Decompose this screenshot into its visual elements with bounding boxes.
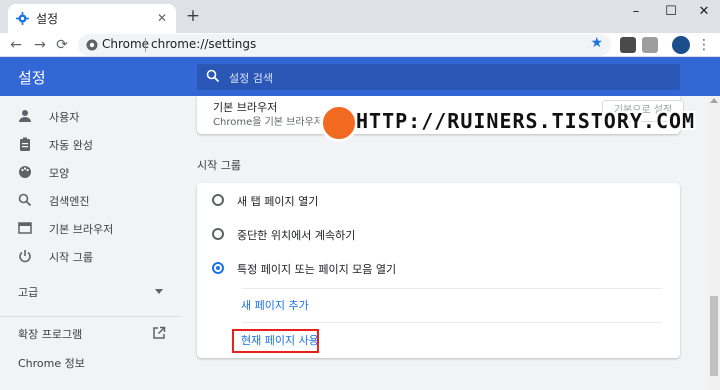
settings-main: 기본 브라우저 Chrome을 기본 브라우저로 기본으로 설정 시작 그룹 새… (180, 96, 708, 390)
tab-settings[interactable]: 설정 ✕ (8, 4, 176, 33)
url-text[interactable]: chrome://settings (151, 37, 256, 51)
bookmark-star-icon[interactable]: ★ (590, 35, 603, 51)
add-new-page-link[interactable]: 새 페이지 추가 (241, 297, 309, 313)
sidebar-item-on-startup[interactable]: 시작 그룹 (0, 242, 180, 270)
window-close-button[interactable]: ✕ (688, 0, 720, 24)
sidebar-item-label: 시작 그룹 (49, 251, 93, 264)
search-input[interactable]: 설정 검색 (197, 64, 680, 90)
maximize-button[interactable]: ☐ (655, 0, 687, 24)
section-title-startup: 시작 그룹 (197, 159, 241, 172)
sidebar-item-people[interactable]: 사용자 (0, 102, 180, 130)
sidebar-extensions[interactable]: 확장 프로그램 (18, 326, 82, 342)
radio-label: 중단한 위치에서 계속하기 (237, 229, 356, 242)
sidebar-item-label: 자동 완성 (49, 139, 93, 152)
settings-header: 설정 설정 검색 (0, 57, 720, 96)
menu-icon[interactable]: ⋮ (697, 35, 711, 55)
tab-title: 설정 (36, 12, 59, 26)
sidebar-item-default-browser[interactable]: 기본 브라우저 (0, 214, 180, 242)
sidebar-item-search-engine[interactable]: 검색엔진 (0, 186, 180, 214)
default-browser-description: Chrome을 기본 브라우저로 (213, 117, 333, 128)
settings-gear-icon (16, 12, 29, 25)
power-icon (19, 250, 31, 263)
origin-separator (145, 38, 146, 52)
new-tab-button[interactable]: + (184, 7, 202, 25)
avatar[interactable] (672, 36, 690, 54)
chevron-down-icon[interactable] (155, 289, 163, 294)
radio-button[interactable] (212, 194, 224, 206)
page-title: 설정 (18, 69, 46, 87)
search-icon (18, 193, 32, 207)
sidebar-item-label: 사용자 (49, 111, 80, 124)
radio-option-continue[interactable]: 중단한 위치에서 계속하기 (197, 217, 680, 251)
sidebar-item-appearance[interactable]: 모양 (0, 158, 180, 186)
forward-button[interactable]: → (30, 35, 50, 55)
clipboard-icon (20, 137, 30, 151)
highlight-box (232, 329, 319, 353)
scrollbar[interactable] (708, 96, 720, 390)
watermark-logo (320, 104, 358, 142)
chrome-secure-icon (86, 39, 98, 51)
search-placeholder: 설정 검색 (229, 72, 273, 85)
close-icon[interactable]: ✕ (154, 10, 170, 26)
sidebar-item-label: 검색엔진 (49, 195, 90, 208)
back-button[interactable]: ← (6, 35, 26, 55)
extension-icon[interactable] (620, 37, 636, 53)
radio-option-specific-pages[interactable]: 특정 페이지 또는 페이지 모음 열기 (197, 251, 680, 285)
watermark-text: HTTP://RUINERS.TISTORY.COM (356, 109, 696, 133)
row-divider (242, 288, 662, 289)
person-icon (19, 110, 31, 122)
sidebar-item-label: 기본 브라우저 (49, 223, 114, 236)
sidebar-about-chrome[interactable]: Chrome 정보 (18, 355, 85, 371)
sidebar-item-autofill[interactable]: 자동 완성 (0, 130, 180, 158)
sidebar-divider (0, 316, 180, 317)
radio-button[interactable] (212, 228, 224, 240)
tab-strip: 설정 ✕ + – ☐ ✕ (0, 0, 720, 33)
extension-icon[interactable] (642, 37, 658, 53)
radio-label: 특정 페이지 또는 페이지 모음 열기 (237, 263, 397, 276)
sidebar: 사용자 자동 완성 모양 검색엔진 기본 브라우저 시작 그룹 고급 확장 프로… (0, 96, 180, 390)
open-in-new-icon[interactable] (152, 326, 166, 340)
reload-button[interactable]: ⟳ (52, 35, 72, 55)
radio-option-new-tab[interactable]: 새 탭 페이지 열기 (197, 183, 680, 217)
minimize-button[interactable]: – (620, 0, 652, 24)
browser-icon (18, 222, 32, 234)
row-divider (242, 322, 662, 323)
scroll-up-arrow-icon[interactable] (710, 98, 718, 103)
palette-icon (19, 166, 31, 178)
radio-label: 새 탭 페이지 열기 (237, 195, 319, 208)
search-icon (206, 69, 220, 83)
address-bar[interactable]: Chrome chrome://settings ★ (78, 34, 611, 56)
browser-toolbar: ← → ⟳ Chrome chrome://settings ★ ⋮ (0, 33, 720, 57)
scrollbar-thumb[interactable] (710, 296, 718, 376)
sidebar-advanced[interactable]: 고급 (18, 284, 38, 300)
sidebar-item-label: 모양 (49, 167, 70, 180)
origin-label: Chrome (102, 37, 150, 51)
radio-button-selected[interactable] (212, 262, 224, 274)
